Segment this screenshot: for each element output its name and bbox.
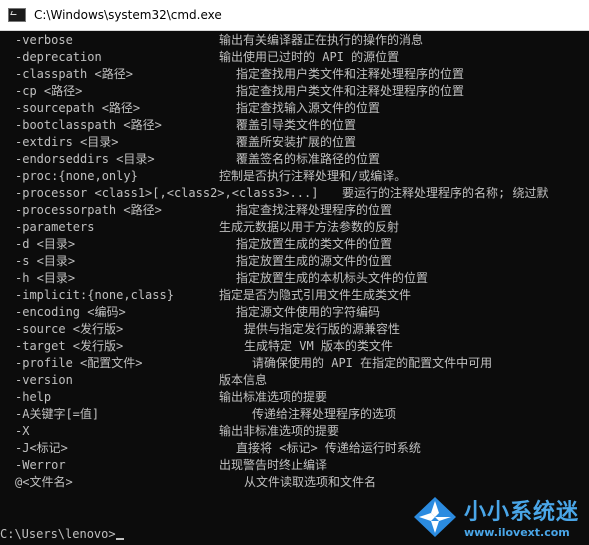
console-line: -proc:{none,only} 控制是否执行注释处理和/或编译。 — [0, 168, 589, 185]
window-title: C:\Windows\system32\cmd.exe — [34, 8, 222, 22]
option-text: -processor <class1>[,<class2>,<class3>..… — [15, 186, 319, 200]
console-line: -processor <class1>[,<class2>,<class3>..… — [0, 185, 589, 202]
console-line: -X 输出非标准选项的提要 — [0, 423, 589, 440]
option-text: -h <目录> — [15, 271, 76, 285]
console-line: -deprecation 输出使用已过时的 API 的源位置 — [0, 49, 589, 66]
console-line: -h <目录> 指定放置生成的本机标头文件的位置 — [0, 270, 589, 287]
option-text: -target <发行版> — [15, 339, 124, 353]
option-description: 指定是否为隐式引用文件生成类文件 — [219, 288, 412, 302]
option-description: 输出非标准选项的提要 — [219, 424, 340, 438]
watermark-url: www.ilovext.com — [463, 526, 570, 539]
option-text: -proc:{none,only} — [15, 169, 138, 183]
console-line: -encoding <编码> 指定源文件使用的字符编码 — [0, 304, 589, 321]
option-description: 生成特定 VM 版本的类文件 — [244, 339, 393, 353]
option-text: -extdirs <目录> — [15, 135, 119, 149]
console-line: -implicit:{none,class} 指定是否为隐式引用文件生成类文件 — [0, 287, 589, 304]
option-description: 要运行的注释处理程序的名称; 绕过默 — [342, 186, 549, 200]
console-line: -s <目录> 指定放置生成的源文件的位置 — [0, 253, 589, 270]
option-description: 指定放置生成的源文件的位置 — [236, 254, 393, 268]
option-description: 版本信息 — [219, 373, 268, 387]
option-text: -source <发行版> — [15, 322, 124, 336]
console-line: -bootclasspath <路径> 覆盖引导类文件的位置 — [0, 117, 589, 134]
option-text: -processorpath <路径> — [15, 203, 162, 217]
watermark-name: 小小系统迷 — [463, 500, 579, 525]
cmd-window: C:\Windows\system32\cmd.exe -verbose 输出有关… — [0, 0, 589, 545]
prompt-text: C:\Users\lenovo> — [0, 527, 116, 541]
console-line: @<文件名> 从文件读取选项和文件名 — [0, 474, 589, 491]
option-description: 出现警告时终止编译 — [219, 458, 328, 472]
option-description: 指定源文件使用的字符编码 — [236, 305, 381, 319]
console-line: -J<标记> 直接将 <标记> 传递给运行时系统 — [0, 440, 589, 457]
option-text: -profile <配置文件> — [15, 356, 143, 370]
option-text: -bootclasspath <路径> — [15, 118, 162, 132]
option-description: 指定查找用户类文件和注释处理程序的位置 — [236, 67, 465, 81]
console-output[interactable]: -verbose 输出有关编译器正在执行的操作的消息 -deprecation 输出使… — [0, 30, 589, 545]
option-description: 覆盖引导类文件的位置 — [236, 118, 357, 132]
option-text: -verbose — [15, 33, 73, 47]
console-line: -source <发行版> 提供与指定发行版的源兼容性 — [0, 321, 589, 338]
console-line: -classpath <路径> 指定查找用户类文件和注释处理程序的位置 — [0, 66, 589, 83]
option-text: -A关键字[=值] — [15, 407, 100, 421]
option-text: -cp <路径> — [15, 84, 83, 98]
option-text: -Werror — [15, 458, 66, 472]
option-text: -s <目录> — [15, 254, 76, 268]
option-text: -sourcepath <路径> — [15, 101, 141, 115]
watermark: 小小系统迷 www.ilovext.com — [412, 494, 579, 539]
option-text: @<文件名> — [15, 475, 73, 489]
console-line: -target <发行版> 生成特定 VM 版本的类文件 — [0, 338, 589, 355]
console-line: -profile <配置文件> 请确保使用的 API 在指定的配置文件中可用 — [0, 355, 589, 372]
console-line: -Werror 出现警告时终止编译 — [0, 457, 589, 474]
console-line: -A关键字[=值] 传递给注释处理程序的选项 — [0, 406, 589, 423]
console-line: -cp <路径> 指定查找用户类文件和注释处理程序的位置 — [0, 83, 589, 100]
option-description: 从文件读取选项和文件名 — [244, 475, 377, 489]
option-description: 直接将 <标记> 传递给运行时系统 — [236, 441, 421, 455]
console-line: -extdirs <目录> 覆盖所安装扩展的位置 — [0, 134, 589, 151]
option-description: 指定放置生成的本机标头文件的位置 — [236, 271, 429, 285]
option-text: -implicit:{none,class} — [15, 288, 174, 302]
option-description: 生成元数据以用于方法参数的反射 — [219, 220, 400, 234]
option-description: 覆盖所安装扩展的位置 — [236, 135, 357, 149]
title-bar[interactable]: C:\Windows\system32\cmd.exe — [0, 0, 589, 31]
option-text: -X — [15, 424, 30, 438]
option-text: -help — [15, 390, 52, 404]
console-line: -d <目录> 指定放置生成的类文件的位置 — [0, 236, 589, 253]
option-description: 传递给注释处理程序的选项 — [252, 407, 397, 421]
console-line: -processorpath <路径> 指定查找注释处理程序的位置 — [0, 202, 589, 219]
option-description: 指定查找用户类文件和注释处理程序的位置 — [236, 84, 465, 98]
option-text: -endorseddirs <目录> — [15, 152, 155, 166]
console-line: -verbose 输出有关编译器正在执行的操作的消息 — [0, 32, 589, 49]
option-description: 输出有关编译器正在执行的操作的消息 — [219, 33, 424, 47]
command-prompt[interactable]: C:\Users\lenovo> — [0, 526, 124, 542]
watermark-logo-icon — [413, 496, 456, 537]
option-text: -deprecation — [15, 50, 102, 64]
console-line: -endorseddirs <目录> 覆盖签名的标准路径的位置 — [0, 151, 589, 168]
option-description: 请确保使用的 API 在指定的配置文件中可用 — [252, 356, 493, 370]
text-cursor — [115, 538, 124, 540]
option-description: 覆盖签名的标准路径的位置 — [236, 152, 381, 166]
option-description: 指定放置生成的类文件的位置 — [236, 237, 393, 251]
console-line: -help 输出标准选项的提要 — [0, 389, 589, 406]
console-line: -version 版本信息 — [0, 372, 589, 389]
console-line: -parameters 生成元数据以用于方法参数的反射 — [0, 219, 589, 236]
option-text: -d <目录> — [15, 237, 76, 251]
option-text: -parameters — [15, 220, 95, 234]
option-description: 控制是否执行注释处理和/或编译。 — [219, 169, 407, 183]
option-description: 指定查找输入源文件的位置 — [236, 101, 381, 115]
option-description: 提供与指定发行版的源兼容性 — [244, 322, 401, 336]
option-text: -version — [15, 373, 73, 387]
option-description: 输出标准选项的提要 — [219, 390, 328, 404]
option-description: 指定查找注释处理程序的位置 — [236, 203, 393, 217]
option-text: -J<标记> — [15, 441, 68, 455]
option-text: -classpath <路径> — [15, 67, 133, 81]
console-line: -sourcepath <路径> 指定查找输入源文件的位置 — [0, 100, 589, 117]
cmd-icon — [8, 8, 26, 22]
option-description: 输出使用已过时的 API 的源位置 — [219, 50, 400, 64]
option-text: -encoding <编码> — [15, 305, 126, 319]
